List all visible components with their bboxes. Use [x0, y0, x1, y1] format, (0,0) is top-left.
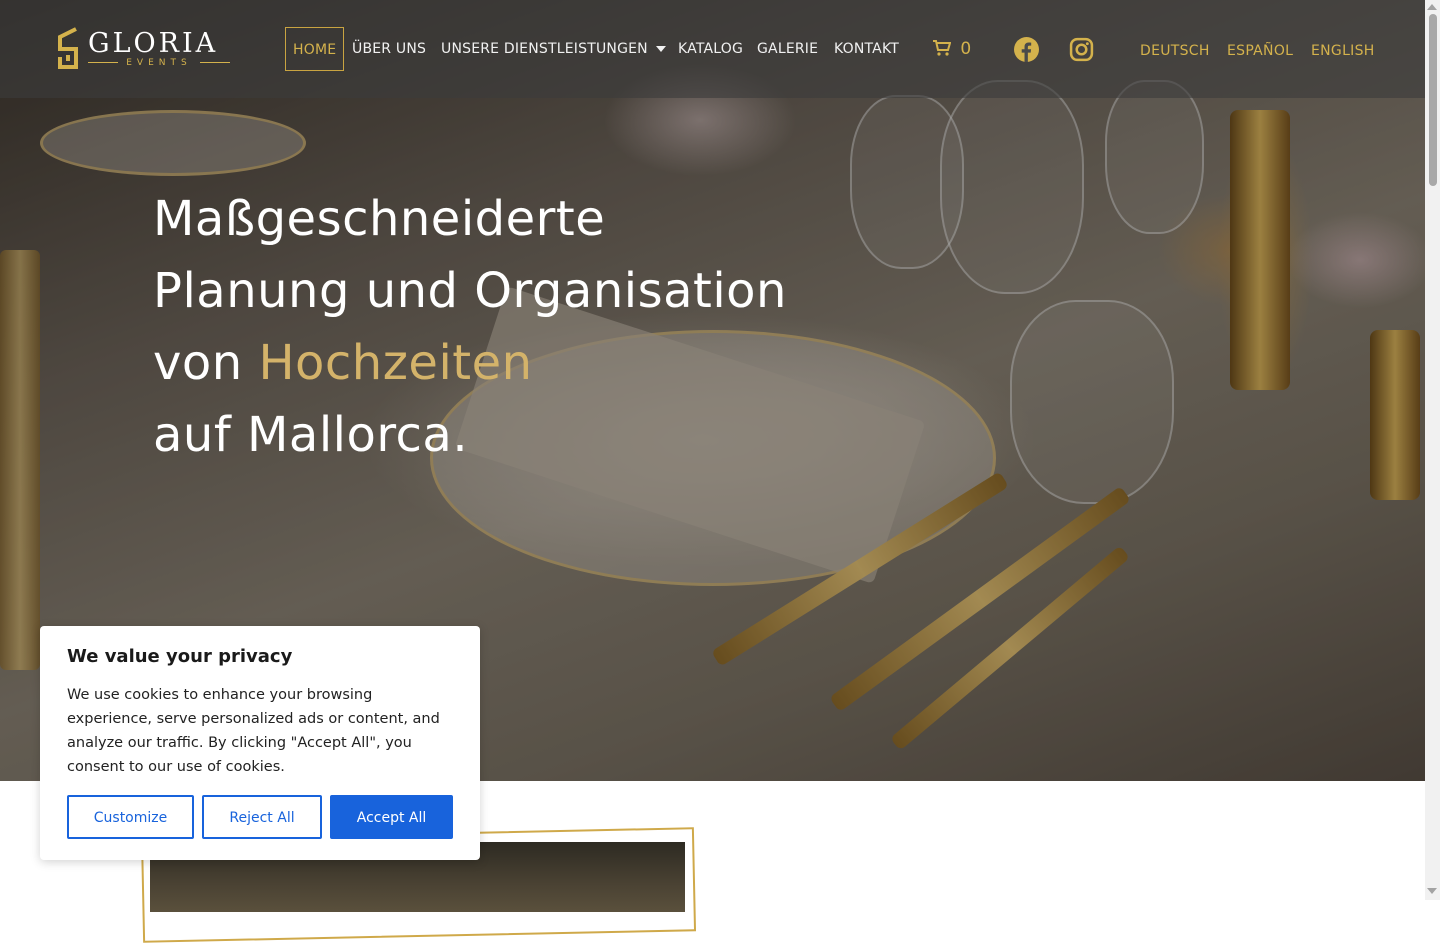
- nav-katalog[interactable]: KATALOG: [678, 27, 743, 71]
- language-english[interactable]: ENGLISH: [1311, 29, 1375, 73]
- nav-dienstleistungen-label: UNSERE DIENSTLEISTUNGEN: [441, 41, 648, 57]
- logo-name: GLORIA: [88, 28, 219, 59]
- facebook-icon[interactable]: [1014, 37, 1039, 62]
- nav-ueber-uns[interactable]: ÜBER UNS: [352, 27, 426, 71]
- hero-line-1: Maßgeschneiderte: [153, 191, 606, 247]
- logo-divider: [200, 62, 230, 63]
- logo-subtitle: EVENTS: [126, 58, 192, 68]
- nav-dienstleistungen[interactable]: UNSERE DIENSTLEISTUNGEN: [441, 27, 666, 71]
- hero-headline: Maßgeschneiderte Planung und Organisatio…: [153, 183, 853, 471]
- language-deutsch[interactable]: DEUTSCH: [1140, 29, 1210, 73]
- cookie-title: We value your privacy: [67, 646, 293, 667]
- reject-all-button[interactable]: Reject All: [202, 795, 322, 839]
- scroll-up-arrow-icon[interactable]: [1427, 4, 1437, 10]
- hero-line-2: Planung und Organisation: [153, 263, 787, 319]
- hero-line-4: auf Mallorca.: [153, 407, 469, 463]
- cart-icon: [933, 40, 952, 56]
- nav-kontakt[interactable]: KONTAKT: [834, 27, 899, 71]
- cart-button[interactable]: 0: [933, 27, 971, 71]
- logo[interactable]: GLORIA EVENTS: [56, 27, 232, 73]
- nav-galerie[interactable]: GALERIE: [757, 27, 818, 71]
- chevron-down-icon: [655, 46, 666, 52]
- scroll-down-arrow-icon[interactable]: [1427, 888, 1437, 894]
- hero-highlight: Hochzeiten: [258, 335, 533, 391]
- cookie-description: We use cookies to enhance your browsing …: [67, 687, 440, 775]
- scrollbar-thumb[interactable]: [1429, 14, 1437, 186]
- instagram-icon[interactable]: [1069, 37, 1094, 62]
- hero-line-3-prefix: von: [153, 335, 259, 391]
- top-navigation: GLORIA EVENTS HOME ÜBER UNS UNSERE DIENS…: [0, 0, 1425, 98]
- nav-home[interactable]: HOME: [285, 27, 344, 71]
- cookie-consent-banner: We value your privacy We use cookies to …: [40, 626, 480, 860]
- cart-count: 0: [960, 39, 972, 59]
- language-espanol[interactable]: ESPAÑOL: [1227, 29, 1293, 73]
- customize-button[interactable]: Customize: [67, 795, 194, 839]
- accept-all-button[interactable]: Accept All: [330, 795, 453, 839]
- logo-mark-icon: [58, 27, 78, 69]
